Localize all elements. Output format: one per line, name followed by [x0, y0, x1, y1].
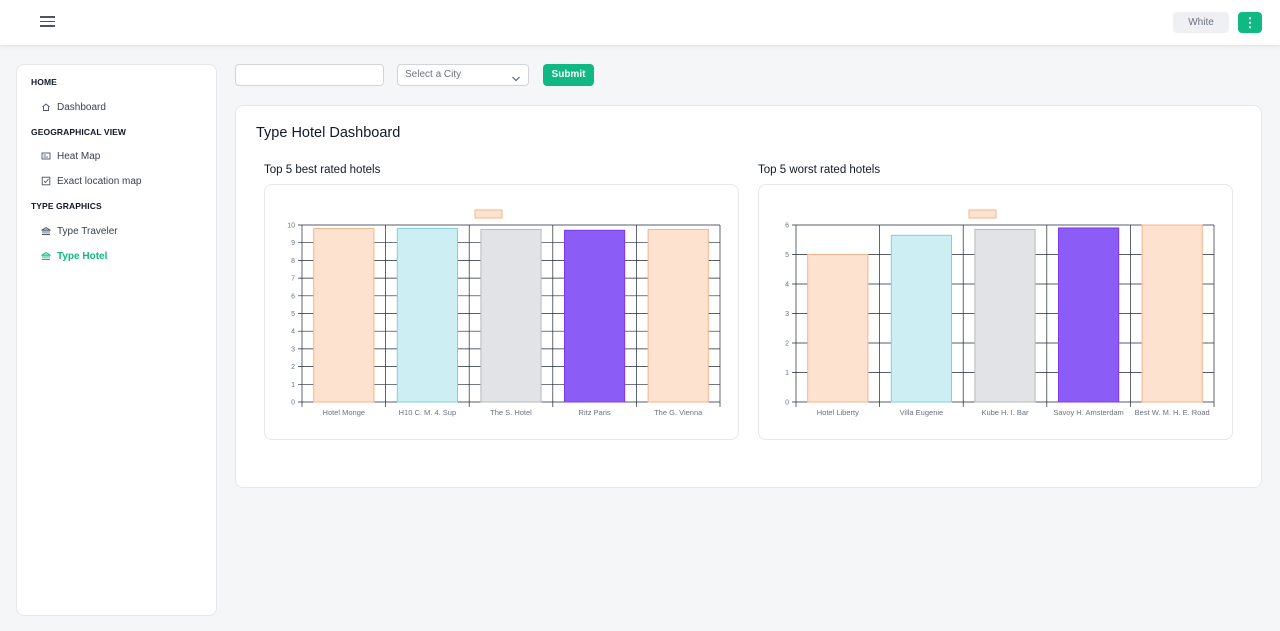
bar [974, 228, 1036, 403]
y-tick-label: 0 [785, 400, 789, 407]
x-tick-label: Kube H. I. Bar [981, 408, 1029, 417]
submit-button[interactable]: Submit [543, 64, 594, 86]
bar [313, 228, 375, 403]
x-tick-label: Ritz Paris [579, 408, 611, 417]
sidebar-item-exact-location-map[interactable]: Exact location map [41, 173, 142, 189]
city-select[interactable]: Select a City [397, 64, 529, 86]
chevron-down-icon [511, 71, 521, 91]
x-tick-label: Hotel Liberty [817, 408, 859, 417]
bar [480, 228, 542, 403]
worst-rated-chart: 0 1 2 3 4 5 6 Hotel Liberty Villa Eugenie Kube H.… [758, 184, 1233, 440]
more-options-button[interactable]: ⋮ [1238, 12, 1262, 33]
x-tick-label: Best W. M. H. E. Road [1135, 408, 1210, 417]
y-tick-label: 2 [291, 364, 295, 371]
sidebar-section-type-graphics: TYPE GRAPHICS [31, 201, 102, 211]
legend-swatch [968, 209, 997, 219]
bar [647, 228, 709, 403]
y-tick-label: 2 [785, 341, 789, 348]
x-tick-label: Savoy H. Amsterdam [1053, 408, 1123, 417]
y-tick-label: 4 [291, 329, 295, 336]
city-select-placeholder: Select a City [405, 69, 462, 80]
y-tick-label: 0 [291, 400, 295, 407]
map-card-icon [41, 151, 51, 161]
x-tick-label: Hotel Monge [323, 408, 366, 417]
sidebar-item-label: Type Traveler [57, 225, 118, 237]
sidebar-section-home: HOME [31, 77, 57, 87]
y-tick-label: 6 [291, 293, 295, 300]
y-tick-label: 5 [291, 311, 295, 318]
search-input[interactable] [235, 64, 384, 86]
sidebar-item-label: Exact location map [57, 175, 142, 187]
y-tick-label: 1 [785, 370, 789, 377]
bar [807, 254, 869, 403]
sidebar-item-label: Dashboard [57, 101, 106, 113]
y-tick-label: 3 [291, 346, 295, 353]
bar [890, 234, 952, 403]
sidebar-item-label: Heat Map [57, 150, 101, 162]
y-tick-label: 6 [785, 223, 789, 230]
home-icon [41, 102, 51, 112]
theme-toggle-button[interactable]: White [1173, 12, 1229, 33]
x-tick-label: The G. Vienna [654, 408, 703, 417]
sidebar-section-geographical-view: GEOGRAPHICAL VIEW [31, 127, 127, 137]
bank-icon [41, 226, 51, 236]
y-tick-label: 1 [291, 382, 295, 389]
best-rated-chart-title: Top 5 best rated hotels [264, 164, 381, 176]
y-tick-label: 4 [785, 282, 789, 289]
sidebar: HOME Dashboard GEOGRAPHICAL VIEW Heat Ma… [16, 64, 217, 616]
sidebar-item-dashboard[interactable]: Dashboard [41, 99, 106, 115]
top-bar: White ⋮ [0, 0, 1280, 46]
y-tick-label: 3 [785, 311, 789, 318]
best-rated-chart: 0 1 2 3 4 5 6 7 8 9 10 Hotel Monge H10 C. M. 4. Sup T… [264, 184, 739, 440]
page-title: Type Hotel Dashboard [256, 125, 401, 141]
x-tick-label: Villa Eugenie [900, 408, 944, 417]
y-tick-label: 5 [785, 252, 789, 259]
sidebar-item-heat-map[interactable]: Heat Map [41, 148, 100, 164]
bar [396, 228, 458, 403]
x-tick-label: H10 C. M. 4. Sup [399, 408, 457, 417]
bank-icon [41, 251, 51, 261]
sidebar-item-label: Type Hotel [57, 250, 108, 262]
y-tick-label: 10 [287, 223, 295, 230]
legend-swatch [474, 209, 503, 219]
x-tick-label: The S. Hotel [490, 408, 532, 417]
sidebar-item-type-hotel[interactable]: Type Hotel [41, 248, 107, 264]
best-rated-chart-svg: 0 1 2 3 4 5 6 7 8 9 10 Hotel Monge H10 C. M. 4. Sup T… [287, 209, 721, 417]
check-square-icon [41, 176, 51, 186]
y-tick-label: 8 [291, 258, 295, 265]
hamburger-menu-icon[interactable] [38, 13, 60, 33]
worst-rated-chart-title: Top 5 worst rated hotels [758, 164, 881, 176]
sidebar-item-type-traveler[interactable]: Type Traveler [41, 223, 118, 239]
bar [1058, 227, 1120, 403]
worst-rated-chart-svg: 0 1 2 3 4 5 6 Hotel Liberty Villa Eugenie Kube H.… [785, 209, 1215, 417]
bar [564, 229, 626, 403]
y-tick-label: 7 [291, 276, 295, 283]
bar [1141, 224, 1203, 403]
y-tick-label: 9 [291, 240, 295, 247]
